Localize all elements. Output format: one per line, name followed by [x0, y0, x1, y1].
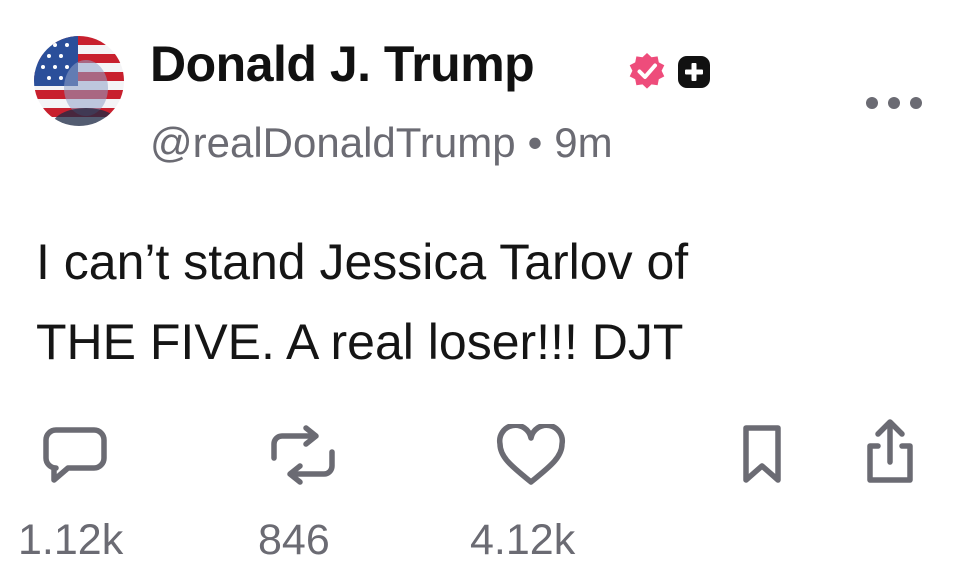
- plus-square-icon: [678, 56, 710, 88]
- author-handle[interactable]: @realDonaldTrump: [150, 119, 516, 166]
- ellipsis-icon: [866, 97, 922, 109]
- more-options-button[interactable]: [858, 85, 930, 121]
- like-button[interactable]: [494, 422, 568, 488]
- post-timestamp[interactable]: 9m: [554, 119, 612, 166]
- verified-check-icon: [629, 53, 665, 89]
- share-button[interactable]: [858, 418, 922, 488]
- display-name[interactable]: Donald J. Trump: [150, 34, 535, 94]
- post-text-line: THE FIVE. A real loser!!! DJT: [36, 314, 684, 370]
- flag-portrait-image: [34, 36, 124, 126]
- post-body: I can’t stand Jessica Tarlov of THE FIVE…: [36, 222, 936, 382]
- share-icon: [867, 419, 913, 483]
- bookmark-button[interactable]: [738, 422, 786, 488]
- reply-count: 1.12k: [18, 516, 124, 564]
- avatar[interactable]: [34, 36, 124, 126]
- repost-count: 846: [258, 516, 330, 564]
- comment-icon: [43, 427, 107, 483]
- like-count: 4.12k: [470, 516, 576, 564]
- repost-icon: [271, 425, 335, 485]
- post-text-line: I can’t stand Jessica Tarlov of: [36, 234, 689, 290]
- separator-dot: •: [527, 119, 543, 166]
- reply-button[interactable]: [40, 424, 110, 486]
- handle-row: @realDonaldTrump • 9m: [150, 115, 613, 171]
- bookmark-icon: [743, 425, 781, 483]
- heart-icon: [496, 422, 566, 485]
- repost-button[interactable]: [262, 424, 344, 486]
